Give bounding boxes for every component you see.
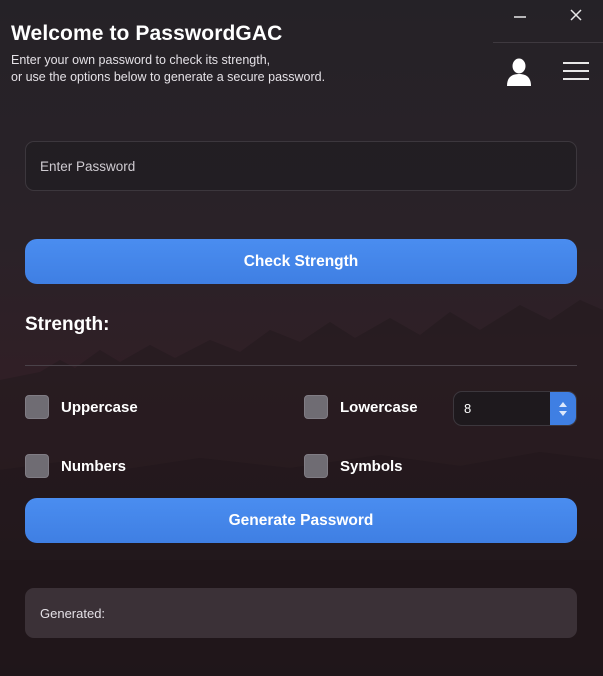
menu-line [563,78,589,80]
subtitle-line-1: Enter your own password to check its str… [11,53,271,67]
hamburger-menu-button[interactable] [563,62,589,82]
spin-arrows[interactable] [550,392,576,425]
app-subtitle: Enter your own password to check its str… [11,52,411,86]
uppercase-label: Uppercase [61,398,138,416]
user-icon [507,58,531,86]
numbers-label: Numbers [61,457,127,475]
check-strength-button[interactable]: Check Strength [25,239,577,284]
numbers-checkbox[interactable]: Numbers [25,454,126,478]
generated-label: Generated: [40,605,106,621]
app-title: Welcome to PasswordGAC [11,22,283,45]
uppercase-checkbox[interactable]: Uppercase [25,395,138,419]
background-landscape [0,300,603,676]
header-divider [493,42,603,43]
checkbox-box[interactable] [304,395,328,419]
password-input[interactable] [25,141,577,191]
user-profile-button[interactable] [505,57,533,87]
length-spinbox[interactable]: 8 [453,391,577,426]
spin-down-icon[interactable] [558,410,568,417]
lowercase-label: Lowercase [340,398,418,416]
checkbox-box[interactable] [304,454,328,478]
symbols-checkbox[interactable]: Symbols [304,454,403,478]
generate-password-button[interactable]: Generate Password [25,498,577,543]
menu-line [563,70,589,72]
symbols-label: Symbols [340,457,403,475]
subtitle-line-2: or use the options below to generate a s… [11,70,326,84]
section-divider [25,365,577,366]
minimize-button[interactable] [503,4,537,26]
checkbox-box[interactable] [25,395,49,419]
close-icon [570,9,582,21]
strength-label: Strength: [25,314,110,335]
close-button[interactable] [559,4,593,26]
checkbox-box[interactable] [25,454,49,478]
lowercase-checkbox[interactable]: Lowercase [304,395,418,419]
length-value[interactable]: 8 [464,401,471,416]
app-window: Welcome to PasswordGAC Enter your own pa… [0,0,603,676]
spin-up-icon[interactable] [558,401,568,408]
minimize-icon [514,16,526,18]
menu-line [563,62,589,64]
generated-password-field[interactable]: Generated: [25,588,577,638]
